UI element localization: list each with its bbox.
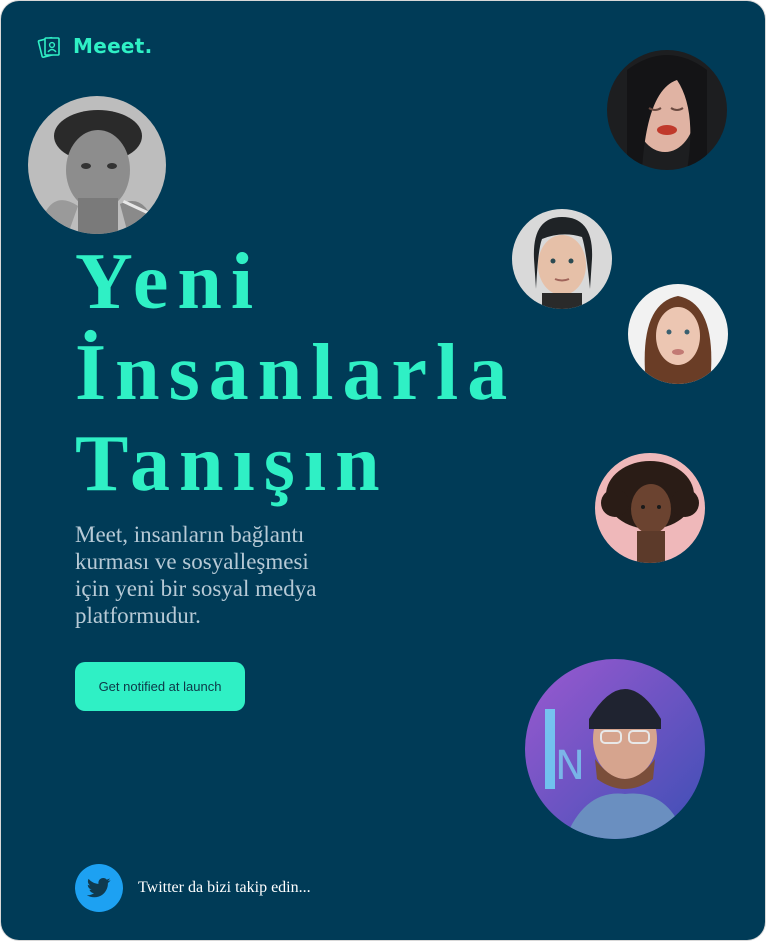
twitter-bird-icon — [87, 878, 111, 898]
get-notified-button[interactable]: Get notified at launch — [75, 662, 245, 711]
hero-title: Yeni İnsanlarla Tanışın — [75, 237, 516, 510]
brand-name: Meeet. — [73, 34, 153, 58]
svg-text:N: N — [555, 743, 585, 789]
hero-description: Meet, insanların bağlantı kurması ve sos… — [75, 522, 317, 628]
avatar-woman-dark-hair — [607, 50, 727, 170]
twitter-follow-text[interactable]: Twitter da bizi takip edin... — [138, 879, 311, 897]
avatar-woman-curly-hair — [595, 453, 705, 563]
avatar-woman-brown-hair — [628, 284, 728, 384]
avatar-woman-bangs — [512, 209, 612, 309]
hero-title-line-2: İnsanlarla — [75, 329, 517, 417]
avatar-man-monochrome — [28, 96, 166, 234]
twitter-button[interactable] — [75, 864, 123, 912]
photo-stack-icon — [37, 36, 60, 59]
hero-title-line-1: Yeni — [75, 238, 263, 326]
brand-logo[interactable]: Meeet. — [37, 33, 153, 59]
landing-card: Meeet. N Yeni İnsanlarla Tanışın Meet, i… — [1, 1, 765, 940]
hero-title-line-3: Tanışın — [75, 420, 389, 508]
avatar-man-beanie-neon: N — [525, 659, 705, 839]
